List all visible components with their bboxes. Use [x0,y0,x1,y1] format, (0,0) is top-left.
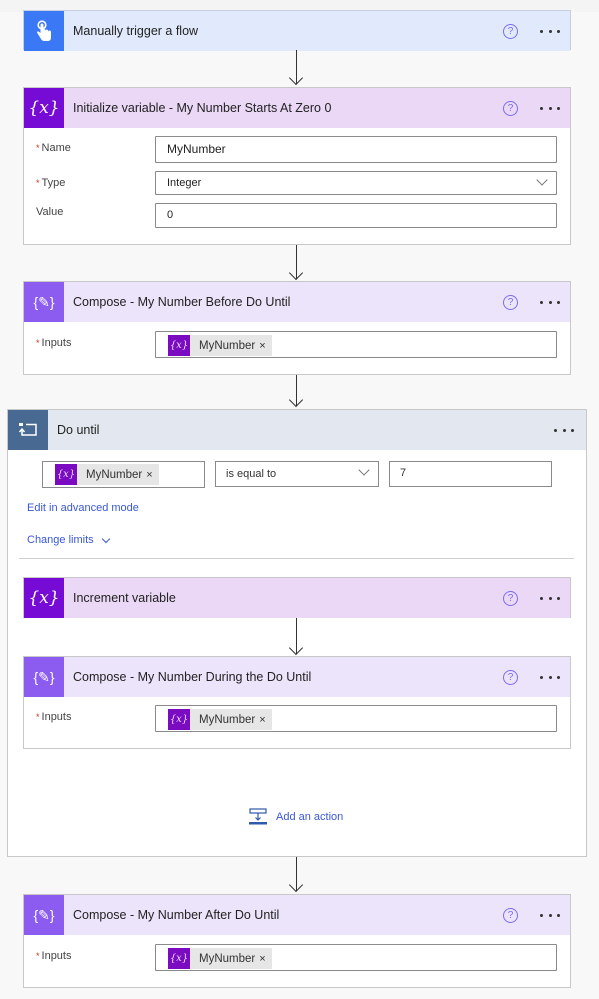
operator-value: is equal to [226,468,277,480]
increment-variable-header[interactable]: {x} Increment variable ? [24,578,570,618]
type-select-value: Integer [167,177,202,189]
inputs-field[interactable]: {x} MyNumber × [155,944,557,971]
help-icon[interactable]: ? [503,294,518,310]
token-label: MyNumber [199,952,256,965]
name-label: * Name [36,142,71,154]
variable-icon: {x} [168,335,190,356]
do-until-title: Do until [57,423,100,437]
do-until-header[interactable]: Do until [8,410,586,450]
help-icon[interactable]: ? [503,669,518,685]
variable-icon: {x} [55,464,77,485]
chevron-down-icon [536,174,548,186]
add-action-button[interactable]: Add an action [249,808,343,825]
inputs-row: * Inputs {x} MyNumber × [24,331,570,363]
compose-before-header[interactable]: {✎} Compose - My Number Before Do Until … [24,282,570,322]
remove-token-icon[interactable]: × [259,714,271,726]
operator-select[interactable]: is equal to [215,461,379,487]
more-options-icon[interactable] [540,596,560,600]
compose-after-title: Compose - My Number After Do Until [73,908,280,922]
arrow-down-icon [288,392,304,408]
help-icon[interactable]: ? [503,907,518,923]
remove-token-icon[interactable]: × [259,340,271,352]
more-options-icon[interactable] [540,106,560,110]
initialize-variable-card[interactable]: {x} Initialize variable - My Number Star… [23,87,571,245]
compose-icon: {✎} [24,657,64,697]
loop-icon [8,410,48,450]
variable-icon: {x} [24,578,64,618]
compose-after-card[interactable]: {✎} Compose - My Number After Do Until ?… [23,894,571,988]
initialize-variable-header[interactable]: {x} Initialize variable - My Number Star… [24,88,570,128]
type-select[interactable]: Integer [155,171,557,195]
change-limits-link[interactable]: Change limits [27,534,110,546]
compose-before-card[interactable]: {✎} Compose - My Number Before Do Until … [23,281,571,375]
variable-icon: {x} [168,948,190,969]
token-label: MyNumber [199,339,256,352]
touch-hand-icon [24,11,64,51]
arrow-down-icon [288,640,304,656]
compose-icon: {✎} [24,895,64,935]
trigger-title: Manually trigger a flow [73,24,199,38]
token-label: MyNumber [199,713,256,726]
compose-during-header[interactable]: {✎} Compose - My Number During the Do Un… [24,657,570,697]
change-limits-label: Change limits [27,534,94,546]
condition-right-field[interactable]: 7 [389,461,552,487]
variable-token[interactable]: {x} MyNumber × [55,464,159,485]
compose-after-header[interactable]: {✎} Compose - My Number After Do Until ? [24,895,570,935]
increment-variable-card[interactable]: {x} Increment variable ? [23,577,571,618]
more-options-icon[interactable] [540,675,560,679]
add-action-icon [249,808,267,825]
value-row: Value 0 [24,203,570,235]
inputs-row: * Inputs {x} MyNumber × [24,944,570,976]
condition-left-field[interactable]: {x} MyNumber × [42,461,205,488]
more-options-icon[interactable] [540,29,560,33]
help-icon[interactable]: ? [503,100,518,116]
add-action-label: Add an action [276,810,344,823]
inputs-label: * Inputs [36,711,72,723]
inputs-label: * Inputs [36,337,72,349]
type-row: * Type Integer [24,171,570,203]
compose-during-title: Compose - My Number During the Do Until [73,670,312,684]
arrow-down-icon [288,70,304,86]
variable-icon: {x} [168,709,190,730]
inputs-row: * Inputs {x} MyNumber × [24,705,570,737]
compose-icon: {✎} [24,282,64,322]
chevron-down-icon [101,534,110,543]
help-icon[interactable]: ? [503,590,518,606]
chevron-down-icon [358,464,370,476]
remove-token-icon[interactable]: × [146,469,158,481]
value-input[interactable]: 0 [155,203,557,228]
token-label: MyNumber [86,468,143,481]
divider [19,558,574,559]
type-label: * Type [36,177,66,189]
trigger-card-header[interactable]: Manually trigger a flow ? [24,11,570,51]
trigger-card[interactable]: Manually trigger a flow ? [23,10,571,51]
compose-before-title: Compose - My Number Before Do Until [73,295,291,309]
inputs-field[interactable]: {x} MyNumber × [155,705,557,732]
remove-token-icon[interactable]: × [259,953,271,965]
value-label: Value [36,206,64,218]
arrow-down-icon [288,877,304,893]
variable-icon: {x} [24,88,64,128]
more-options-icon[interactable] [554,428,574,432]
name-input[interactable]: MyNumber [155,136,557,163]
inputs-label: * Inputs [36,950,72,962]
help-icon[interactable]: ? [503,23,518,39]
variable-token[interactable]: {x} MyNumber × [168,709,272,730]
variable-token[interactable]: {x} MyNumber × [168,948,272,969]
inputs-field[interactable]: {x} MyNumber × [155,331,557,358]
name-row: * Name MyNumber [24,136,570,168]
more-options-icon[interactable] [540,300,560,304]
arrow-down-icon [288,265,304,281]
variable-token[interactable]: {x} MyNumber × [168,335,272,356]
initialize-variable-title: Initialize variable - My Number Starts A… [73,101,332,115]
do-until-card[interactable]: Do until {x} MyNumber × is equal to 7 Ed… [7,409,587,857]
increment-variable-title: Increment variable [73,591,176,605]
more-options-icon[interactable] [540,913,560,917]
compose-during-card[interactable]: {✎} Compose - My Number During the Do Un… [23,656,571,749]
edit-advanced-mode-link[interactable]: Edit in advanced mode [27,502,139,514]
